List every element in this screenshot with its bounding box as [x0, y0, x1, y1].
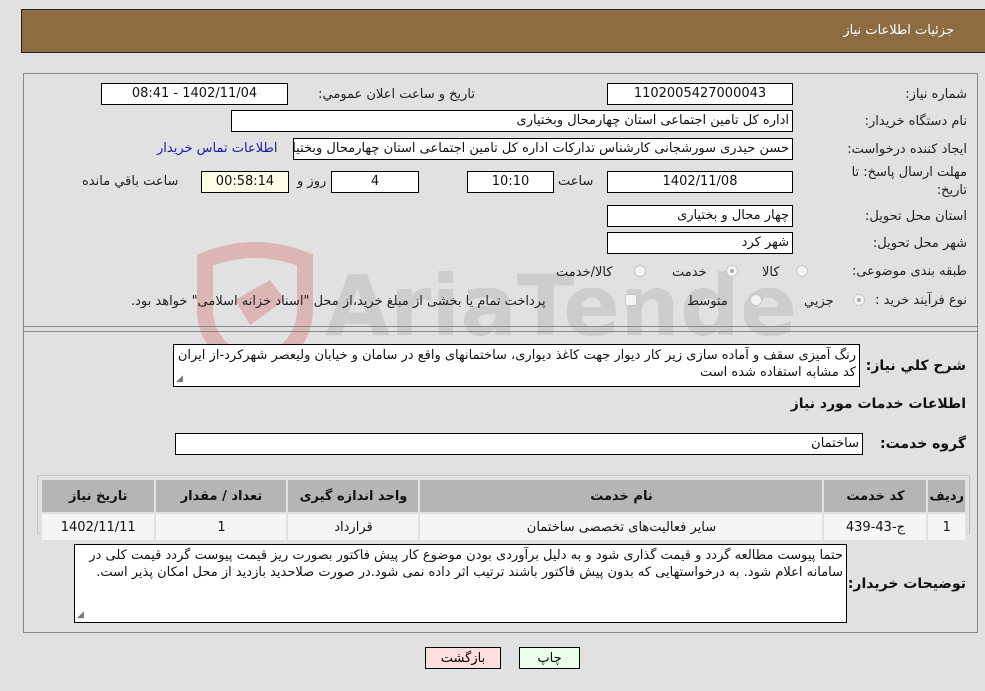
col-header-need-date: تاریخ نیاز: [39, 478, 157, 514]
table-header-row: ردیف کد خدمت نام خدمت واحد اندازه گیری ت…: [39, 478, 967, 514]
deadline-date-field[interactable]: 1402/11/08: [607, 171, 793, 193]
page-header: جزئیات اطلاعات نیاز: [21, 9, 985, 53]
page-title: جزئیات اطلاعات نیاز: [843, 23, 954, 38]
print-button[interactable]: چاپ: [519, 647, 580, 669]
province-field[interactable]: چهار محال و بختیاری: [607, 205, 793, 227]
city-field[interactable]: شهر کرد: [607, 232, 793, 254]
purchase-option-medium: متوسط: [687, 294, 728, 309]
buyer-org-field[interactable]: اداره کل تامین اجتماعی استان چهارمحال وب…: [231, 110, 793, 132]
cell-row-number: 1: [926, 512, 967, 542]
table-row: 1 ج-43-439 سایر فعالیت‌های تخصصی ساختمان…: [39, 512, 967, 542]
category-radio-goods[interactable]: [796, 265, 808, 277]
purchase-radio-minor[interactable]: [853, 294, 865, 306]
treasury-checkbox[interactable]: [625, 294, 637, 306]
purchase-option-minor: جزيي: [804, 294, 834, 309]
announce-datetime-field[interactable]: 1402/11/04 - 08:41: [101, 83, 288, 105]
service-group-field[interactable]: ساختمان: [175, 433, 863, 455]
col-header-row-number: ردیف: [926, 478, 967, 514]
cell-need-date: 1402/11/11: [39, 512, 157, 542]
buyer-contact-link[interactable]: اطلاعات تماس خریدار: [157, 141, 277, 156]
province-label: استان محل تحویل:: [865, 209, 967, 224]
purchase-type-label: نوع فرآیند خرید :: [875, 293, 967, 308]
category-option-service: خدمت: [672, 265, 707, 280]
buyer-notes-textarea[interactable]: حتما پیوست مطالعه گردد و قیمت گذاری شود …: [74, 544, 847, 623]
category-radio-service[interactable]: [726, 265, 738, 277]
announce-datetime-label: تاریخ و ساعت اعلان عمومي:: [318, 87, 475, 102]
remaining-label: ساعت باقي مانده: [82, 174, 179, 189]
cell-service-code: ج-43-439: [822, 512, 929, 542]
col-header-unit: واحد اندازه گیری: [286, 478, 421, 514]
deadline-label-line2: تاریخ:: [936, 183, 967, 198]
deadline-label-line1: مهلت ارسال پاسخ: تا: [851, 165, 967, 180]
city-label: شهر محل تحویل:: [872, 236, 967, 251]
cell-unit: قرارداد: [286, 512, 421, 542]
treasury-checkbox-label: پرداخت تمام یا بخشی از مبلغ خرید،از محل …: [131, 294, 546, 309]
col-header-service-name: نام خدمت: [418, 478, 825, 514]
back-button[interactable]: بازگشت: [425, 647, 501, 669]
days-label: روز و: [297, 174, 327, 189]
description-label: شرح کلي نیاز:: [865, 358, 966, 374]
divider: [24, 331, 978, 332]
category-option-goods-service: کالا/خدمت: [556, 265, 613, 280]
remaining-time-field: 00:58:14: [201, 171, 289, 193]
resize-grip-icon[interactable]: ◢: [77, 611, 84, 620]
buyer-notes-label: توضیحات خریدار:: [847, 576, 966, 592]
category-label: طبقه بندی موضوعی:: [851, 264, 967, 279]
buyer-org-label: نام دستگاه خریدار:: [864, 114, 967, 129]
col-header-quantity: تعداد / مقدار: [154, 478, 289, 514]
cell-service-name: سایر فعالیت‌های تخصصی ساختمان: [418, 512, 825, 542]
deadline-time-field[interactable]: 10:10: [467, 171, 554, 193]
purchase-radio-medium[interactable]: [750, 294, 762, 306]
requester-label: ایجاد کننده درخواست:: [847, 142, 967, 157]
col-header-service-code: کد خدمت: [822, 478, 929, 514]
description-textarea[interactable]: رنگ آمیزی سقف و آماده سازی زیر کار دیوار…: [173, 344, 860, 387]
deadline-time-label: ساعت: [558, 174, 594, 189]
buyer-notes-text: حتما پیوست مطالعه گردد و قیمت گذاری شود …: [89, 548, 843, 580]
description-text: رنگ آمیزی سقف و آماده سازی زیر کار دیوار…: [177, 348, 856, 380]
divider: [24, 326, 978, 327]
cell-quantity: 1: [154, 512, 289, 542]
category-option-goods: کالا: [762, 265, 780, 280]
need-number-field[interactable]: 1102005427000043: [607, 83, 793, 105]
remaining-days-field[interactable]: 4: [331, 171, 419, 193]
requester-field[interactable]: حسن حیدری سورشجانی کارشناس تدارکات اداره…: [293, 138, 793, 160]
need-number-label: شماره نیاز:: [905, 87, 967, 102]
service-group-label: گروه خدمت:: [880, 436, 966, 452]
services-table: ردیف کد خدمت نام خدمت واحد اندازه گیری ت…: [39, 478, 967, 542]
services-section-title: اطلاعات خدمات مورد نیاز: [790, 396, 966, 412]
category-radio-goods-service[interactable]: [634, 265, 646, 277]
resize-grip-icon[interactable]: ◢: [176, 375, 183, 384]
